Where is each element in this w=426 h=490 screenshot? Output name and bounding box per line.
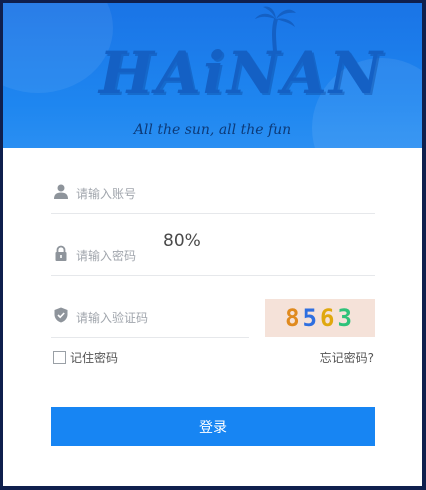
captcha-image[interactable]: 8 5 6 3	[265, 299, 375, 337]
captcha-field[interactable]: 请输入验证码	[51, 297, 249, 338]
captcha-char: 6	[320, 304, 338, 332]
remember-label: 记住密码	[70, 351, 119, 365]
hainan-logo: HAiNAN	[99, 39, 384, 107]
captcha-char: 5	[302, 304, 320, 332]
lock-icon	[55, 245, 67, 261]
zoom-percentage: 80%	[163, 231, 201, 251]
shield-icon	[54, 307, 68, 323]
login-button[interactable]: 登录	[51, 407, 375, 446]
password-input[interactable]: 请输入密码	[76, 247, 136, 264]
remember-checkbox[interactable]	[53, 351, 66, 364]
banner-decoration	[3, 3, 113, 93]
banner-tagline: All the sun, all the fun	[133, 122, 292, 138]
user-icon	[54, 184, 68, 199]
captcha-char: 3	[337, 304, 355, 332]
captcha-input[interactable]: 请输入验证码	[76, 309, 148, 326]
captcha-char: 8	[285, 304, 303, 332]
remember-password[interactable]: 记住密码	[53, 349, 118, 366]
login-panel: HAiNAN All the sun, all the fun 请输入账号 请输…	[3, 3, 422, 486]
banner: HAiNAN All the sun, all the fun	[3, 3, 422, 148]
username-field[interactable]: 请输入账号	[51, 173, 375, 214]
forgot-password-link[interactable]: 忘记密码?	[320, 349, 374, 366]
username-input[interactable]: 请输入账号	[76, 185, 136, 202]
password-field[interactable]: 请输入密码	[51, 235, 375, 276]
